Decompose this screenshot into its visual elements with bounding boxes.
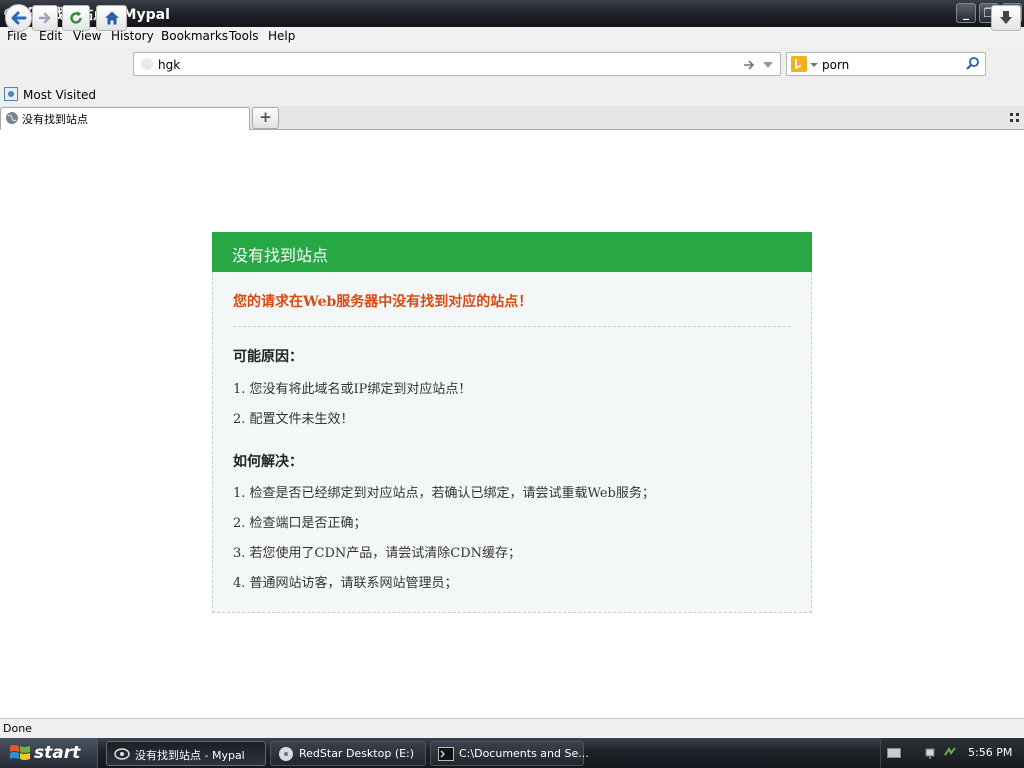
error-message: 您的请求在Web服务器中没有找到对应的站点！ bbox=[233, 294, 533, 310]
url-input[interactable]: hgk bbox=[158, 58, 180, 72]
menu-help[interactable]: Help bbox=[268, 29, 295, 43]
go-arrow-icon[interactable] bbox=[742, 58, 756, 72]
error-title: 没有找到站点 bbox=[232, 246, 329, 265]
solutions-heading: 如何解决： bbox=[233, 454, 303, 470]
solution-item: 3. 若您使用了CDN产品，请尝试清除CDN缓存； bbox=[233, 546, 522, 561]
status-text: Done bbox=[3, 722, 32, 735]
taskbar-item-label: C:\Documents and Se... bbox=[459, 747, 589, 760]
menu-history[interactable]: History bbox=[111, 29, 154, 43]
menu-view[interactable]: View bbox=[73, 29, 101, 43]
bookmarks-toolbar bbox=[0, 84, 1024, 106]
back-arrow-icon bbox=[11, 11, 26, 25]
download-arrow-icon bbox=[1000, 11, 1012, 24]
home-button[interactable] bbox=[96, 5, 127, 31]
divider bbox=[233, 326, 791, 327]
status-bar bbox=[0, 718, 1024, 738]
home-icon bbox=[104, 11, 119, 25]
solution-item: 2. 检查端口是否正确； bbox=[233, 516, 367, 531]
tab-label[interactable]: 没有找到站点 bbox=[22, 111, 88, 127]
search-icon[interactable] bbox=[965, 56, 981, 72]
command-prompt-icon bbox=[438, 747, 454, 761]
downloads-button[interactable] bbox=[991, 5, 1021, 31]
menu-tools[interactable]: Tools bbox=[229, 29, 259, 43]
globe-icon bbox=[6, 112, 18, 124]
taskbar-item-label: 没有找到站点 - Mypal bbox=[135, 749, 245, 762]
taskbar-item-label: RedStar Desktop (E:) bbox=[299, 747, 415, 760]
reason-item: 2. 配置文件未生效！ bbox=[233, 412, 354, 427]
reload-button[interactable] bbox=[62, 5, 90, 31]
solution-item: 1. 检查是否已经绑定到对应站点，若确认已绑定，请尝试重载Web服务； bbox=[233, 486, 655, 501]
forward-button[interactable] bbox=[32, 5, 58, 31]
taskbar-item-mypal[interactable]: 没有找到站点 - Mypal bbox=[106, 741, 266, 766]
keyboard-icon[interactable] bbox=[887, 747, 901, 759]
most-visited-bookmark[interactable]: Most Visited bbox=[23, 88, 96, 102]
minimize-button[interactable]: _ bbox=[956, 3, 976, 23]
engine-dropdown-icon[interactable] bbox=[810, 61, 818, 69]
windows-logo-icon bbox=[10, 745, 30, 760]
reload-icon bbox=[70, 11, 82, 24]
security-icon[interactable] bbox=[943, 746, 957, 760]
dropdown-icon[interactable] bbox=[762, 59, 774, 71]
taskbar-item-documents[interactable]: C:\Documents and Se... bbox=[430, 741, 589, 766]
solution-item: 4. 普通网站访客，请联系网站管理员； bbox=[233, 576, 458, 591]
network-icon[interactable] bbox=[925, 746, 939, 760]
reason-item: 1. 您没有将此域名或IP绑定到对应站点！ bbox=[233, 382, 472, 397]
forward-arrow-icon bbox=[38, 12, 51, 24]
taskbar-item-redstar-desktop[interactable]: RedStar Desktop (E:) bbox=[270, 741, 426, 766]
clock: 5:56 PM bbox=[968, 746, 1013, 759]
new-tab-button[interactable]: + bbox=[252, 107, 279, 129]
url-bar[interactable] bbox=[133, 52, 781, 76]
reasons-heading: 可能原因： bbox=[233, 349, 303, 365]
bookmark-folder-icon bbox=[4, 87, 18, 101]
disc-icon bbox=[279, 747, 293, 761]
menu-bookmarks[interactable]: Bookmarks bbox=[161, 29, 228, 43]
mypal-icon bbox=[114, 748, 130, 760]
page-identity-icon bbox=[141, 58, 153, 70]
list-all-tabs-icon[interactable] bbox=[1010, 113, 1020, 123]
back-button[interactable] bbox=[5, 4, 32, 32]
start-label[interactable]: start bbox=[34, 743, 80, 763]
menu-edit[interactable]: Edit bbox=[39, 29, 62, 43]
search-input[interactable]: porn bbox=[822, 58, 849, 72]
menu-bar: File Edit View History Bookmarks Tools H… bbox=[0, 27, 1024, 47]
bing-icon[interactable] bbox=[791, 56, 807, 72]
title-bar: 没有找到站点 - Mypal bbox=[0, 0, 1024, 27]
search-box[interactable] bbox=[786, 52, 986, 76]
